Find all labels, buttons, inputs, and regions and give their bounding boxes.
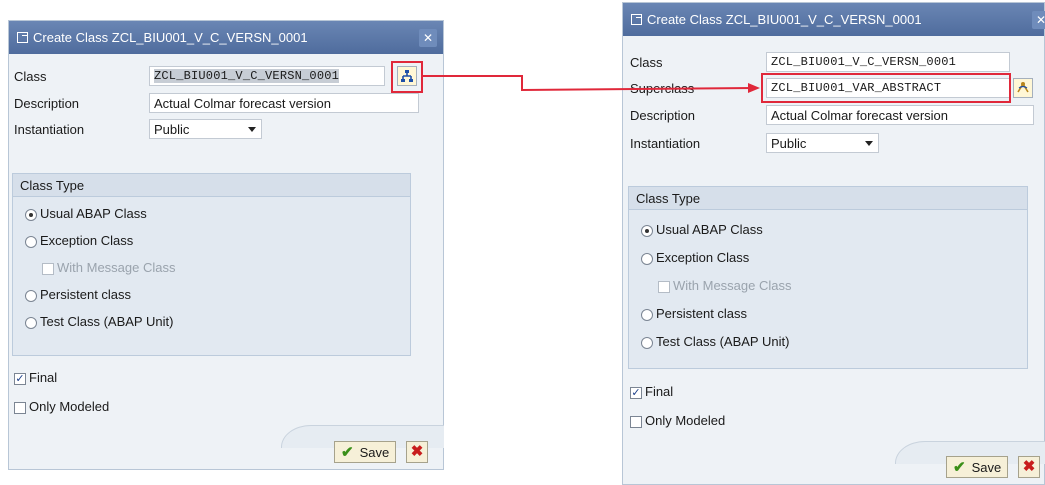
- red-arrow-annotation: [422, 75, 760, 93]
